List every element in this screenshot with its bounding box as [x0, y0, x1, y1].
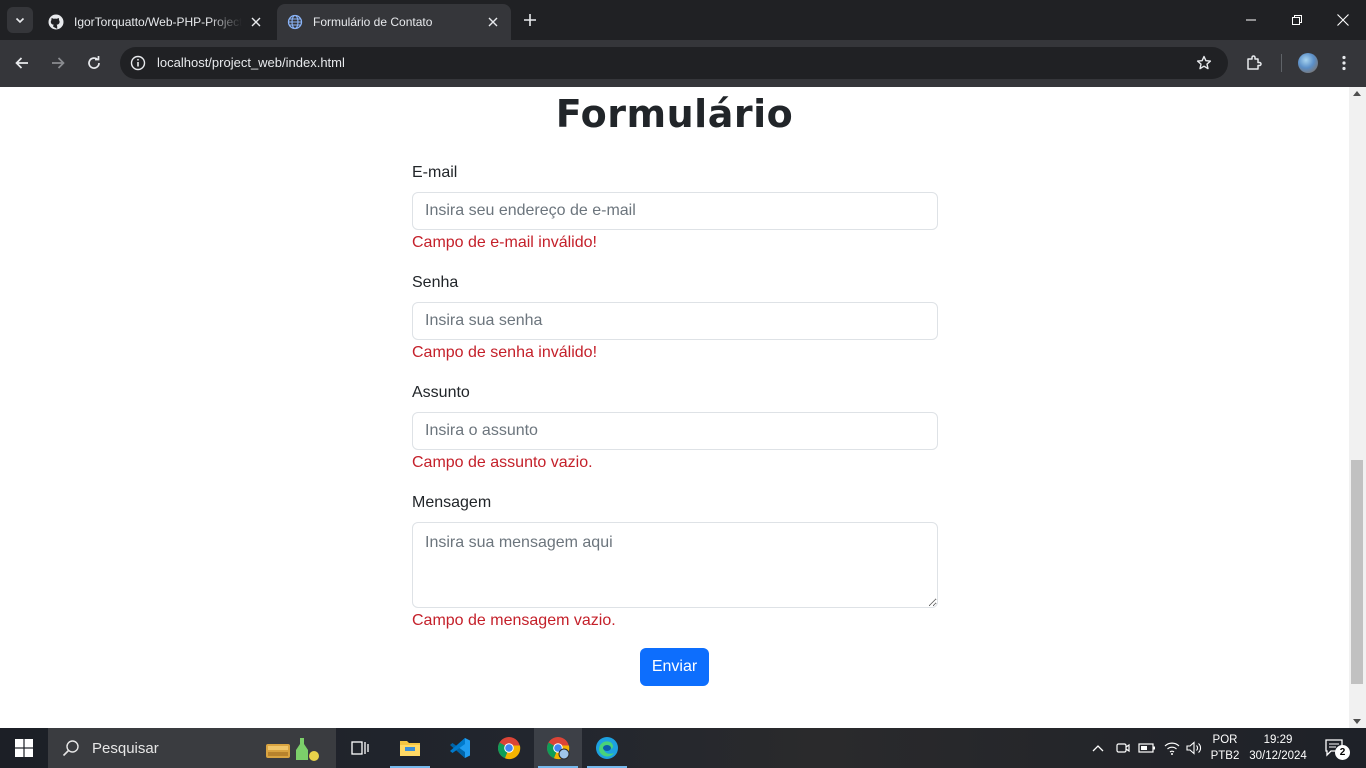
clock-date: 30/12/2024	[1249, 750, 1307, 762]
arrow-right-icon	[52, 57, 65, 69]
chevron-down-icon	[15, 17, 25, 24]
extensions-button[interactable]	[1242, 51, 1266, 75]
file-explorer-icon	[400, 741, 420, 756]
scroll-up-arrow-icon[interactable]	[1353, 91, 1361, 96]
vscode-button[interactable]	[436, 728, 484, 768]
tab-search-button[interactable]	[7, 7, 33, 33]
language-code: POR	[1212, 734, 1238, 746]
email-label: E-mail	[412, 164, 458, 181]
page-title: Formulário	[555, 92, 794, 136]
keyboard-layout: PTB2	[1210, 750, 1240, 762]
system-clock[interactable]: 19:29 30/12/2024	[1246, 732, 1310, 764]
input-language-indicator[interactable]: POR PTB2	[1208, 732, 1242, 764]
forward-button[interactable]	[46, 51, 70, 75]
windows-taskbar: Pesquisar POR PTB2 19:29 30/12/2024 2	[0, 728, 1366, 768]
notification-badge: 2	[1335, 745, 1350, 760]
password-error: Campo de senha inválido!	[412, 344, 598, 361]
globe-icon	[287, 14, 303, 30]
task-view-button[interactable]	[336, 728, 384, 768]
edge-icon	[596, 737, 618, 759]
chevron-up-icon	[1092, 745, 1104, 752]
more-vertical-icon	[1342, 55, 1346, 71]
url-text[interactable]: localhost/project_web/index.html	[157, 55, 345, 70]
chrome-profile-button[interactable]	[534, 728, 582, 768]
tab-title: Formulário de Contato	[313, 15, 433, 29]
password-label: Senha	[412, 274, 459, 291]
page-scrollbar[interactable]	[1349, 87, 1366, 728]
puzzle-icon	[1247, 55, 1262, 70]
menu-button[interactable]	[1332, 51, 1356, 75]
close-window-button[interactable]	[1320, 0, 1366, 40]
submit-button[interactable]: Enviar	[640, 648, 709, 686]
widgets-icon[interactable]	[264, 734, 324, 762]
chrome-button[interactable]	[485, 728, 533, 768]
restore-icon	[1292, 15, 1302, 25]
browser-toolbar: localhost/project_web/index.html	[0, 40, 1366, 87]
wifi-icon[interactable]	[1162, 738, 1182, 758]
info-icon[interactable]	[128, 53, 148, 73]
windows-logo-icon	[15, 739, 33, 757]
close-icon	[1337, 14, 1349, 26]
tab-title: IgorTorquatto/Web-PHP-Project	[74, 15, 242, 29]
toolbar-divider	[1281, 54, 1282, 72]
page-viewport: Formulário E-mail Campo de e-mail inváli…	[0, 87, 1349, 728]
taskbar-search-placeholder: Pesquisar	[92, 739, 159, 757]
subject-label: Assunto	[412, 384, 470, 401]
back-button[interactable]	[10, 51, 34, 75]
reload-button[interactable]	[82, 51, 106, 75]
star-icon[interactable]	[1194, 53, 1214, 73]
minimize-button[interactable]	[1228, 0, 1274, 40]
task-view-icon	[351, 741, 369, 755]
github-icon	[48, 14, 64, 30]
close-icon[interactable]	[485, 14, 501, 30]
edge-button[interactable]	[583, 728, 631, 768]
message-label: Mensagem	[412, 494, 492, 511]
avatar[interactable]	[1298, 53, 1318, 73]
notification-center-button[interactable]: 2	[1320, 736, 1350, 760]
start-button[interactable]	[0, 728, 48, 768]
reload-icon	[88, 56, 100, 69]
clock-time: 19:29	[1263, 734, 1293, 746]
show-hidden-icons[interactable]	[1088, 738, 1108, 758]
close-icon[interactable]	[248, 14, 264, 30]
taskbar-search-box[interactable]: Pesquisar	[48, 728, 336, 768]
browser-tab-bar: IgorTorquatto/Web-PHP-Project Formulário…	[0, 0, 1366, 40]
email-field[interactable]	[412, 192, 938, 230]
restore-button[interactable]	[1274, 0, 1320, 40]
message-field[interactable]	[412, 522, 938, 608]
tab-formulario[interactable]: Formulário de Contato	[277, 4, 511, 40]
tab-github[interactable]: IgorTorquatto/Web-PHP-Project	[38, 4, 274, 40]
file-explorer-button[interactable]	[386, 728, 434, 768]
new-tab-button[interactable]	[520, 10, 540, 30]
subject-error: Campo de assunto vazio.	[412, 454, 593, 471]
minimize-icon	[1246, 19, 1256, 21]
vscode-icon	[450, 738, 470, 758]
scroll-down-arrow-icon[interactable]	[1353, 719, 1361, 724]
arrow-left-icon	[15, 57, 28, 69]
volume-icon[interactable]	[1184, 738, 1204, 758]
email-error: Campo de e-mail inválido!	[412, 234, 597, 251]
subject-field[interactable]	[412, 412, 938, 450]
chrome-icon	[497, 737, 521, 760]
battery-icon[interactable]	[1137, 738, 1157, 758]
message-error: Campo de mensagem vazio.	[412, 612, 616, 629]
address-bar[interactable]: localhost/project_web/index.html	[120, 47, 1228, 79]
meet-now-icon[interactable]	[1113, 738, 1133, 758]
search-icon	[62, 740, 79, 757]
scrollbar-thumb[interactable]	[1351, 460, 1363, 684]
password-field[interactable]	[412, 302, 938, 340]
chrome-profile-icon	[546, 737, 570, 760]
plus-icon	[524, 14, 536, 26]
